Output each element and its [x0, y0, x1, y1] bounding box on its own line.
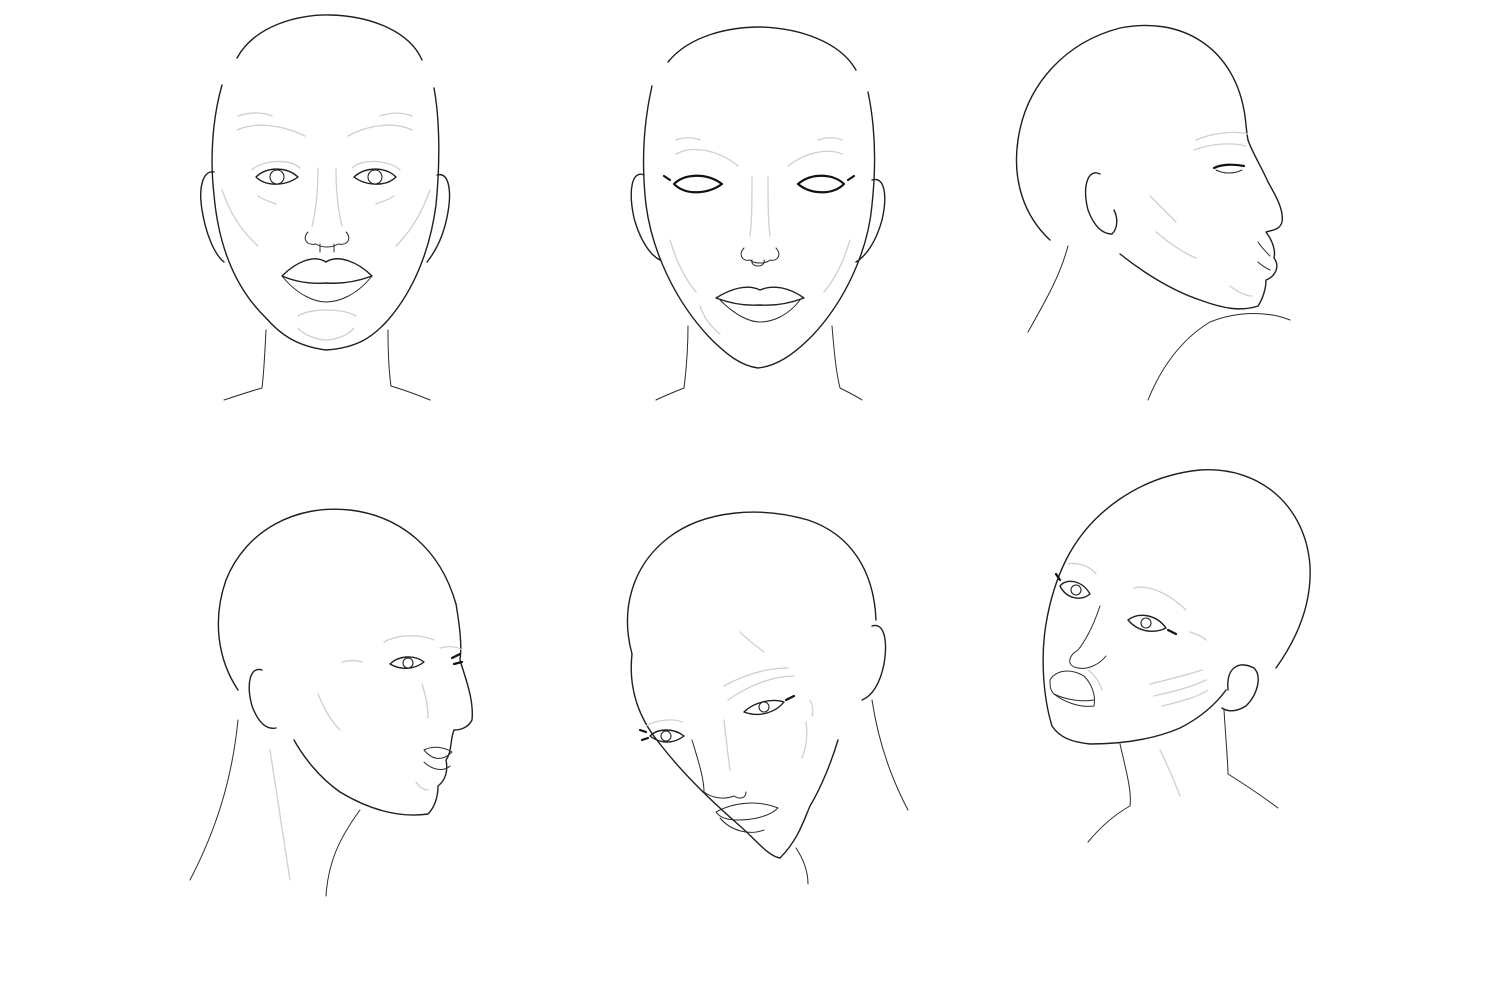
head-front-nose — [304, 231, 350, 248]
head-profile-eye — [1212, 163, 1246, 170]
head-front-stylized-neck-left — [655, 325, 689, 401]
head-front-brow-left — [236, 124, 306, 137]
head-tilted-up-nose — [1069, 605, 1107, 669]
head-front-stylized-nose — [740, 247, 780, 264]
head-three-quarter-neck-front — [325, 809, 361, 897]
head-three-quarter-ear — [248, 668, 277, 729]
head-tilted-up-neck-right — [1223, 709, 1279, 809]
head-front — [200, 14, 451, 401]
head-front-stylized-eye-right — [796, 174, 846, 194]
head-front-brow-right — [347, 124, 413, 137]
head-front-stylized-eye-left — [672, 174, 724, 194]
head-front-stylized-nose-bridge — [749, 175, 771, 237]
head-front-ear-right — [426, 174, 451, 263]
head-tilted-up — [1042, 469, 1311, 843]
head-front-stylized-skull — [667, 26, 857, 71]
head-profile-lips — [1257, 241, 1271, 271]
head-front-stylized — [630, 26, 886, 401]
head-front-neck-left — [223, 329, 267, 401]
head-three-quarter — [189, 508, 474, 897]
head-tilted-down-neck — [871, 699, 909, 811]
head-front-stylized-face — [642, 85, 876, 369]
head-profile-face — [1119, 139, 1283, 310]
head-front-lips — [281, 258, 373, 284]
head-tilted-down-face — [630, 653, 839, 859]
head-tilted-down-skull — [626, 511, 877, 655]
head-tilted-down-lips — [715, 802, 779, 821]
face-templates-drawing — [189, 14, 1311, 897]
head-profile-skull — [1015, 24, 1249, 241]
head-three-quarter-neck-back — [189, 719, 239, 881]
head-tilted-up-skull — [1065, 469, 1311, 669]
head-profile-neck-front — [1147, 313, 1291, 401]
head-front-stylized-brow-left — [675, 148, 739, 167]
head-front-stylized-lips — [715, 286, 805, 306]
head-tilted-down — [626, 511, 909, 885]
head-profile-neck-back — [1027, 245, 1069, 333]
head-front-stylized-brow-right — [787, 150, 843, 167]
head-front-neck-right — [387, 329, 431, 401]
head-three-quarter-face — [293, 603, 474, 816]
head-tilted-up-ear — [1221, 664, 1259, 712]
head-tilted-up-brow — [1133, 586, 1187, 611]
face-templates-sheet — [0, 0, 1500, 1000]
head-front-skull — [236, 14, 423, 61]
head-front-stylized-neck-right — [831, 325, 863, 401]
head-three-quarter-skull — [217, 508, 457, 691]
head-tilted-down-brow-left — [645, 719, 683, 727]
head-profile-ear — [1084, 172, 1118, 235]
head-tilted-down-ear — [861, 624, 887, 701]
head-front-nose-bridge — [311, 167, 343, 227]
head-profile — [1015, 24, 1291, 401]
head-tilted-up-neck-left — [1087, 743, 1131, 843]
